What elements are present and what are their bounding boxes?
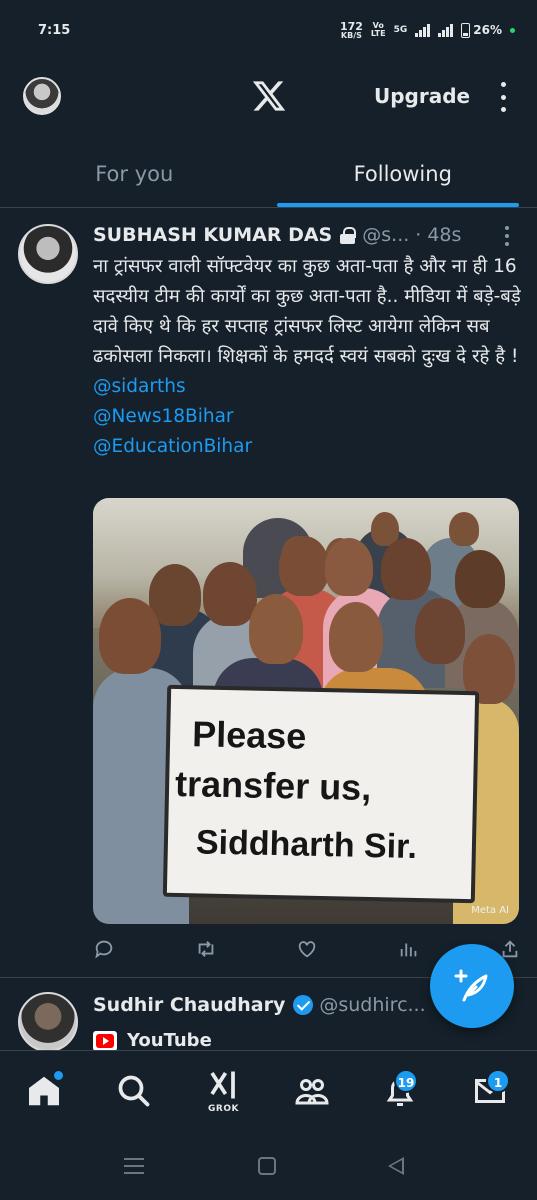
volte-indicator: Vo LTE [371, 22, 386, 38]
sign-line-3: Siddharth Sir. [195, 823, 418, 867]
net-speed-value: 172 [339, 19, 363, 33]
tweet-author-name[interactable]: SUBHASH KUMAR DAS [93, 224, 332, 246]
status-icons: 172 KB/S Vo LTE 5G 26% [340, 21, 515, 40]
top-app-bar: Upgrade [0, 60, 537, 132]
tweet-text: ना ट्रांसफर वाली सॉफ्टवेयर का कुछ अता-पत… [93, 256, 521, 367]
image-figure [415, 598, 465, 664]
nav-home[interactable] [26, 1071, 66, 1113]
image-figure [455, 550, 505, 608]
compose-feather-icon [454, 969, 488, 1002]
messages-badge: 1 [486, 1069, 510, 1093]
tweet-time[interactable]: 48s [427, 224, 461, 246]
home-button-icon[interactable] [258, 1157, 276, 1175]
tweet-author-avatar[interactable] [18, 992, 78, 1050]
sign-line-2: transfer us, [174, 762, 372, 809]
signal-bars-2-icon [438, 23, 454, 37]
nav-search[interactable] [116, 1073, 156, 1113]
tweet-separator: · [415, 224, 422, 246]
image-figure [249, 594, 303, 664]
tweet-body: ना ट्रांसफर वाली सॉफ्टवेयर का कुछ अता-पत… [93, 252, 523, 462]
tweet[interactable]: SUBHASH KUMAR DAS @s... · 48s ना ट्रांसफ… [0, 208, 537, 978]
tweet-header: SUBHASH KUMAR DAS @s... · 48s [93, 221, 523, 249]
privacy-dot-icon [510, 27, 515, 33]
upgrade-button[interactable]: Upgrade [374, 84, 470, 108]
tweet-author-handle[interactable]: @s... [362, 224, 409, 246]
net-speed: 172 KB/S [340, 21, 363, 40]
tweet-link-preview[interactable]: YouTube [93, 1030, 212, 1050]
tweet-author-name[interactable]: Sudhir Chaudhary [93, 994, 285, 1016]
image-watermark: Meta AI [471, 905, 509, 916]
notifications-badge: 19 [394, 1069, 418, 1093]
communities-icon [295, 1079, 329, 1105]
mention-link[interactable]: @sidarths [93, 372, 523, 402]
like-icon[interactable] [296, 938, 320, 962]
search-icon [118, 1075, 150, 1107]
reply-icon[interactable] [93, 938, 117, 962]
battery-percent: 26% [473, 23, 502, 37]
verified-badge-icon [293, 995, 314, 1015]
nav-grok[interactable] [206, 1067, 246, 1107]
home-unread-dot [54, 1071, 63, 1080]
views-icon[interactable] [398, 938, 422, 962]
signal-bars-icon [415, 23, 431, 37]
timeline-tabs: For you Following [0, 140, 537, 208]
youtube-icon [93, 1030, 117, 1050]
tweet-more-icon[interactable] [505, 226, 511, 246]
tweet-author-handle[interactable]: @sudhirc... [319, 994, 425, 1016]
battery-icon [461, 22, 471, 38]
status-bar: 7:15 172 KB/S Vo LTE 5G 26% [0, 0, 537, 60]
grok-label: GROK [208, 1104, 239, 1114]
compose-post-button[interactable] [430, 944, 514, 1028]
image-figure [99, 598, 161, 674]
network-type: 5G [393, 25, 408, 35]
net-speed-unit: KB/S [340, 30, 362, 40]
nav-notifications[interactable]: 19 [382, 1069, 422, 1113]
tweet-image[interactable]: Please transfer us, Siddharth Sir. Meta … [93, 498, 519, 924]
tab-following[interactable]: Following [269, 140, 537, 207]
bottom-navigation: GROK 19 1 [0, 1050, 537, 1136]
youtube-label: YouTube [127, 1030, 212, 1050]
nav-communities[interactable] [294, 1073, 334, 1113]
status-time: 7:15 [38, 22, 71, 38]
tab-for-you[interactable]: For you [0, 140, 269, 207]
lock-icon [340, 226, 357, 244]
volte-bottom: LTE [370, 29, 386, 38]
grok-icon [210, 1071, 235, 1099]
protest-sign: Please transfer us, Siddharth Sir. [162, 684, 480, 904]
mention-link[interactable]: @News18Bihar [93, 402, 523, 432]
image-figure [325, 538, 373, 596]
image-figure [381, 538, 431, 600]
more-options-icon[interactable] [497, 82, 509, 112]
back-icon[interactable] [388, 1157, 404, 1175]
nav-messages[interactable]: 1 [472, 1069, 512, 1113]
mention-link[interactable]: @EducationBihar [93, 432, 523, 462]
image-figure [203, 562, 257, 626]
profile-avatar[interactable] [23, 77, 61, 115]
x-logo-icon[interactable] [251, 78, 287, 114]
image-figure [449, 512, 479, 546]
tweet-author-avatar[interactable] [18, 224, 78, 284]
image-figure [279, 536, 329, 596]
battery-indicator: 26% [461, 22, 502, 38]
recent-apps-icon[interactable] [124, 1158, 144, 1174]
image-figure [329, 602, 383, 672]
sign-line-1: Please [191, 713, 307, 757]
system-navigation-bar [0, 1136, 537, 1200]
retweet-icon[interactable] [195, 938, 219, 962]
